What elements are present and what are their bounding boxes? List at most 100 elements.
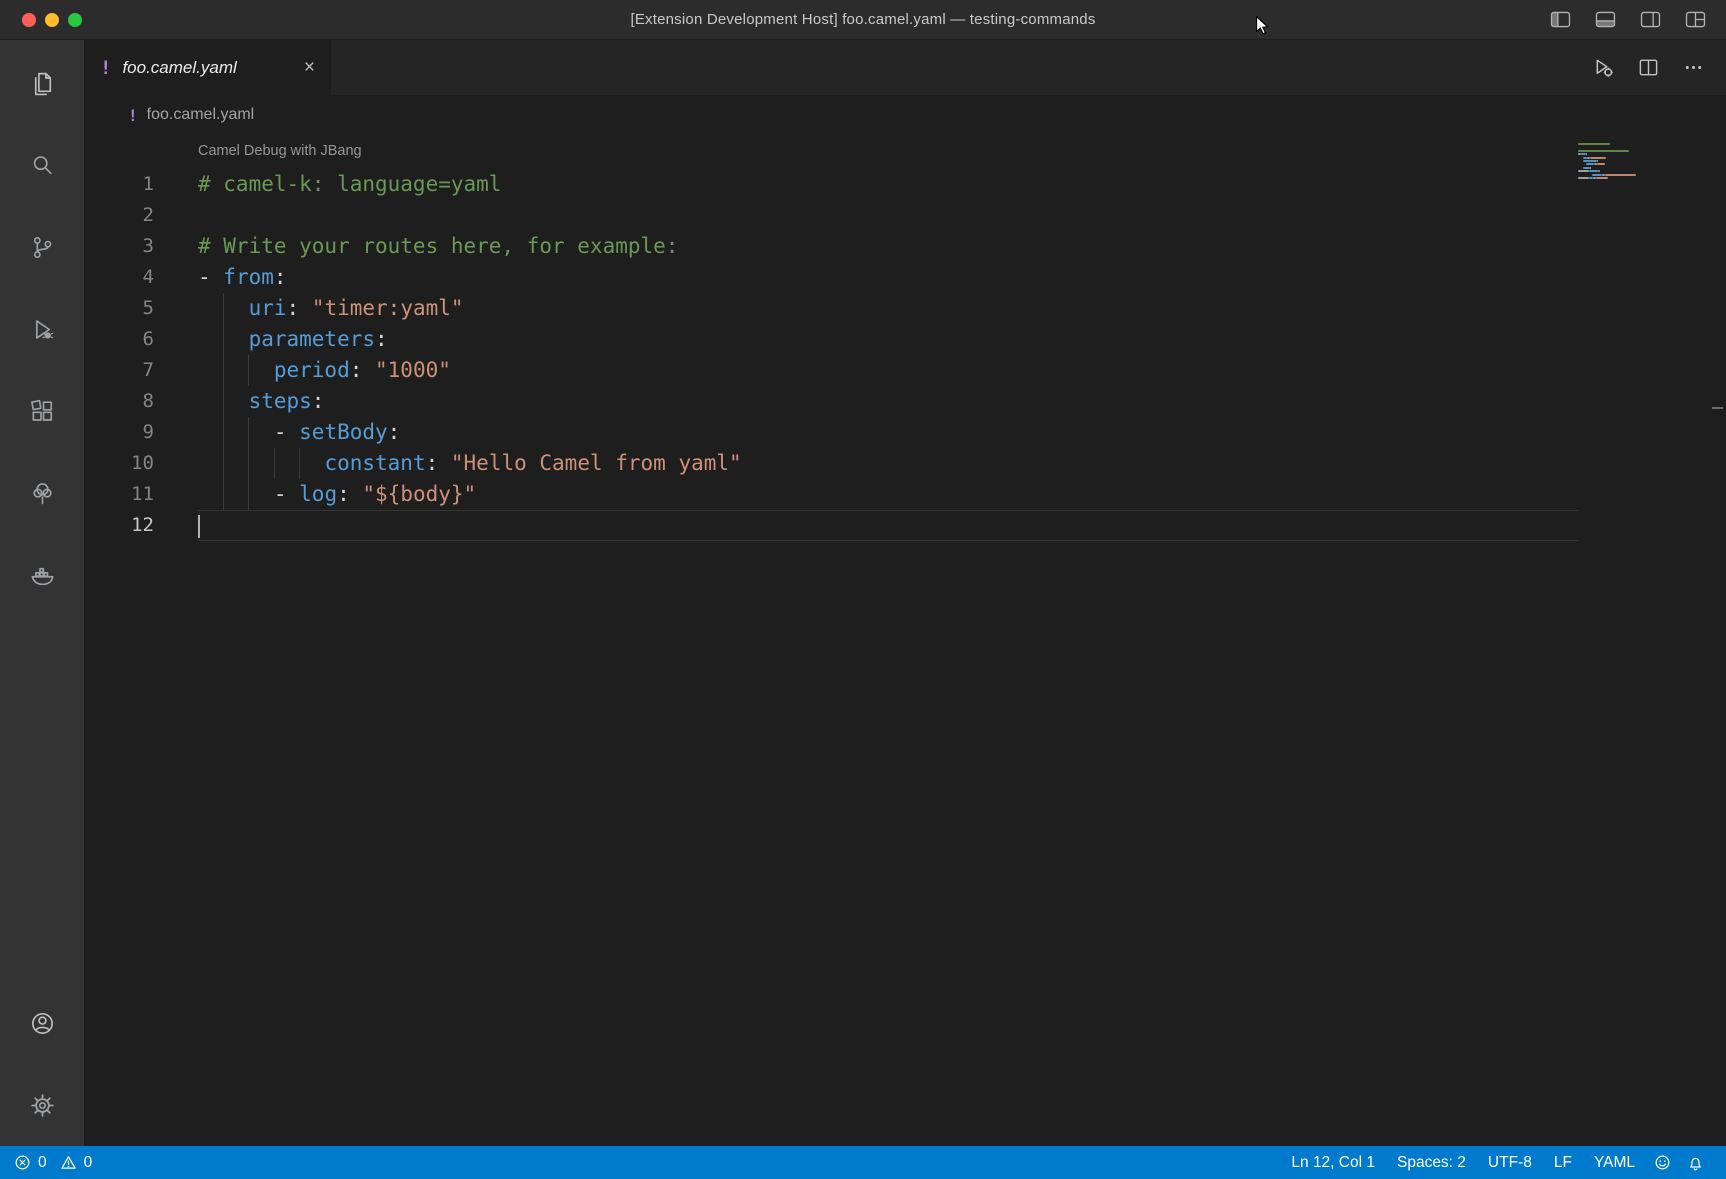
notifications-button[interactable] (1679, 1154, 1712, 1171)
line-number: 10 (84, 448, 198, 479)
minimap-token (1597, 160, 1598, 162)
toggle-primary-sidebar-button[interactable] (1550, 11, 1571, 28)
line-number: 4 (84, 262, 198, 293)
line-number: 1 (84, 169, 198, 200)
minimap-token (1578, 143, 1610, 145)
language-mode-indicator[interactable]: YAML (1583, 1154, 1646, 1172)
activity-bar-bottom (0, 982, 84, 1146)
activity-bar-item-tree[interactable] (0, 452, 84, 534)
token-plain: : (274, 265, 287, 289)
line-text: # camel-k: language=yaml (198, 169, 1578, 200)
token-key: setBody (299, 420, 388, 444)
encoding-indicator[interactable]: UTF-8 (1477, 1154, 1543, 1172)
indent-guide (223, 324, 224, 355)
eol-indicator[interactable]: LF (1543, 1154, 1583, 1172)
minimap-line (1578, 150, 1640, 152)
text-cursor (198, 515, 200, 538)
activity-bar-item-run-and-debug[interactable] (0, 288, 84, 370)
line-number: 11 (84, 479, 198, 510)
minimap-line (1578, 170, 1640, 172)
indent-guide (223, 386, 224, 417)
indent-guide (248, 355, 249, 386)
line-number: 5 (84, 293, 198, 324)
warning-count: 0 (84, 1154, 93, 1172)
activity-bar-item-explorer[interactable] (0, 42, 84, 124)
titlebar-layout-actions (1550, 0, 1706, 39)
code-line[interactable]: 3# Write your routes here, for example: (84, 231, 1726, 262)
minimap-token (1578, 170, 1589, 172)
run-or-debug-button[interactable] (1593, 57, 1614, 78)
code-lines: 1# camel-k: language=yaml23# Write your … (84, 169, 1726, 541)
minimap-token (1590, 157, 1606, 159)
window-minimize-button[interactable] (45, 13, 59, 27)
minimap-line (1578, 146, 1640, 148)
indent-guide (223, 479, 224, 510)
minimap-line (1578, 167, 1640, 169)
line-text: constant: "Hello Camel from yaml" (198, 448, 1578, 479)
overview-ruler-mark (1712, 407, 1723, 409)
line-text: uri: "timer:yaml" (198, 293, 1578, 324)
editor[interactable]: Camel Debug with JBang 1# camel-k: langu… (84, 135, 1726, 1146)
indentation-indicator[interactable]: Spaces: 2 (1386, 1154, 1477, 1172)
toggle-secondary-sidebar-button[interactable] (1640, 11, 1661, 28)
activity-bar-item-search[interactable] (0, 124, 84, 206)
editor-actions (1593, 40, 1726, 95)
camel-language-icon: ! (100, 57, 111, 79)
warning-icon (60, 1154, 77, 1171)
code-line[interactable]: 1# camel-k: language=yaml (84, 169, 1726, 200)
code-line[interactable]: 10 constant: "Hello Camel from yaml" (84, 448, 1726, 479)
minimap-line (1578, 157, 1640, 159)
window-close-button[interactable] (22, 13, 36, 27)
token-string: "${body}" (362, 482, 476, 506)
more-actions-button[interactable] (1683, 57, 1704, 78)
line-text: steps: (198, 386, 1578, 417)
minimap-token (1590, 167, 1591, 169)
code-line[interactable]: 2 (84, 200, 1726, 231)
code-line[interactable]: 6 parameters: (84, 324, 1726, 355)
docker-icon (29, 562, 56, 589)
code-line[interactable]: 11 - log: "${body}" (84, 479, 1726, 510)
line-number: 6 (84, 324, 198, 355)
minimap-token (1586, 163, 1594, 165)
cursor-position-indicator[interactable]: Ln 12, Col 1 (1280, 1154, 1386, 1172)
code-line[interactable]: 9 - setBody: (84, 417, 1726, 448)
more-actions-icon (1683, 57, 1704, 78)
code-line[interactable]: 4- from: (84, 262, 1726, 293)
settings-icon (29, 1092, 56, 1119)
token-key: steps (249, 389, 312, 413)
tab-foo-camel-yaml[interactable]: ! foo.camel.yaml × (84, 40, 331, 95)
problems-indicator[interactable]: 0 0 (14, 1154, 100, 1172)
breadcrumb[interactable]: ! foo.camel.yaml (84, 95, 1726, 135)
line-number: 7 (84, 355, 198, 386)
activity-bar-item-accounts[interactable] (0, 982, 84, 1064)
toggle-panel-button[interactable] (1595, 11, 1616, 28)
activity-bar-item-extensions[interactable] (0, 370, 84, 452)
feedback-button[interactable] (1646, 1154, 1679, 1171)
code-line[interactable]: 12 (84, 510, 1726, 541)
code-line[interactable]: 7 period: "1000" (84, 355, 1726, 386)
indent-guide (248, 479, 249, 510)
window-zoom-button[interactable] (68, 13, 82, 27)
minimap[interactable] (1578, 143, 1640, 184)
customize-layout-button[interactable] (1685, 11, 1706, 28)
minimap-token (1598, 170, 1599, 172)
token-key: period (274, 358, 350, 382)
activity-bar-item-docker[interactable] (0, 534, 84, 616)
token-comment: # Write your routes here, for example: (198, 234, 678, 258)
indent-guide (274, 448, 275, 479)
code-line[interactable]: 5 uri: "timer:yaml" (84, 293, 1726, 324)
accounts-icon (29, 1010, 56, 1037)
minimap-line (1578, 174, 1640, 176)
error-count: 0 (38, 1154, 47, 1172)
code-line[interactable]: 8 steps: (84, 386, 1726, 417)
line-text: - setBody: (198, 417, 1578, 448)
activity-bar-item-source-control[interactable] (0, 206, 84, 288)
activity-bar-item-settings[interactable] (0, 1064, 84, 1146)
tab-close-icon[interactable]: × (304, 58, 315, 77)
split-editor-button[interactable] (1638, 57, 1659, 78)
line-number: 2 (84, 200, 198, 231)
line-number: 12 (84, 510, 198, 541)
breadcrumb-file-label[interactable]: foo.camel.yaml (147, 106, 255, 124)
token-plain: : (388, 420, 401, 444)
codelens-camel-debug[interactable]: Camel Debug with JBang (198, 143, 362, 159)
